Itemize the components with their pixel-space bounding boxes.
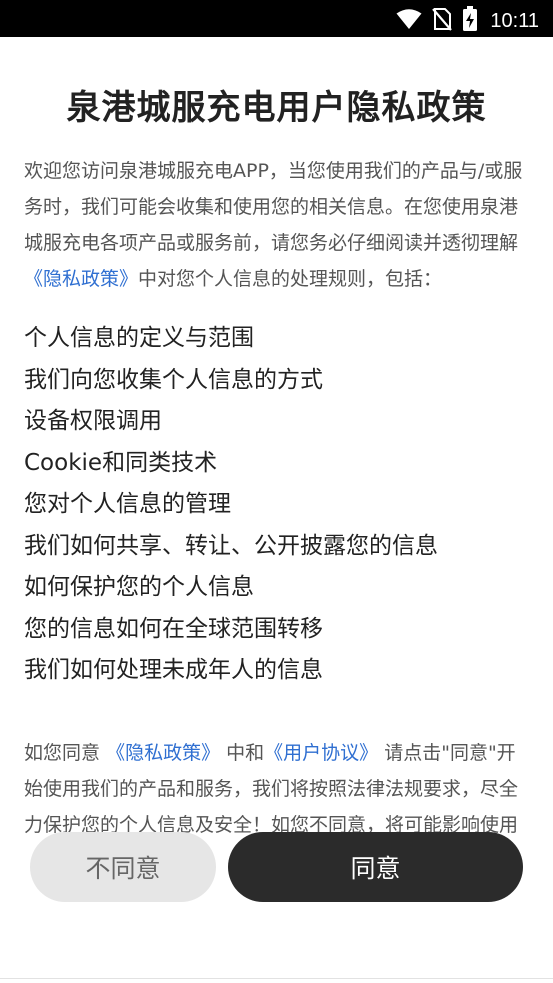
list-item: 我们如何处理未成年人的信息 (24, 657, 323, 683)
list-item: 您对个人信息的管理 (24, 491, 231, 517)
agree-button[interactable]: 同意 (228, 832, 523, 902)
divider (0, 978, 553, 979)
consent-text: 如您同意 (24, 742, 101, 764)
privacy-policy-link[interactable]: 《隐私政策》 (24, 268, 138, 290)
consent-text-mid: 中和 (226, 742, 265, 764)
intro-text-end: 中对您个人信息的处理规则，包括： (138, 268, 443, 290)
list-item: 设备权限调用 (24, 408, 162, 434)
status-time: 10:11 (490, 9, 539, 32)
consent-scroll-area[interactable]: 如您同意 《隐私政策》 中和《用户协议》 请点击"同意"开始使用我们的产品和服务… (24, 735, 534, 835)
list-item: 您的信息如何在全球范围转移 (24, 615, 323, 642)
consent-paragraph: 如您同意 《隐私政策》 中和《用户协议》 请点击"同意"开始使用我们的产品和服务… (24, 735, 534, 835)
list-item: 如何保护您的个人信息 (24, 574, 254, 600)
privacy-policy-link[interactable]: 《隐私政策》 (106, 742, 220, 764)
intro-text: 欢迎您访问泉港城服充电APP，当您使用我们的产品与/或服务时，我们可能会收集和使… (24, 160, 523, 254)
wifi-icon (396, 8, 422, 34)
battery-charging-icon (462, 6, 478, 36)
disagree-button[interactable]: 不同意 (30, 832, 216, 902)
list-item: 个人信息的定义与范围 (24, 325, 254, 351)
policy-items-list: 个人信息的定义与范围 我们向您收集个人信息的方式 设备权限调用 Cookie和同… (24, 318, 534, 692)
status-bar: 10:11 (0, 0, 553, 37)
list-item: 我们如何共享、转让、公开披露您的信息 (24, 532, 438, 559)
no-sim-icon (432, 7, 453, 35)
user-agreement-link[interactable]: 《用户协议》 (264, 742, 378, 764)
page-title: 泉港城服充电用户隐私政策 (66, 88, 487, 128)
intro-paragraph: 欢迎您访问泉港城服充电APP，当您使用我们的产品与/或服务时，我们可能会收集和使… (24, 153, 534, 297)
list-item: 我们向您收集个人信息的方式 (24, 366, 323, 393)
status-icons: 10:11 (396, 6, 539, 36)
list-item: Cookie和同类技术 (24, 449, 218, 476)
